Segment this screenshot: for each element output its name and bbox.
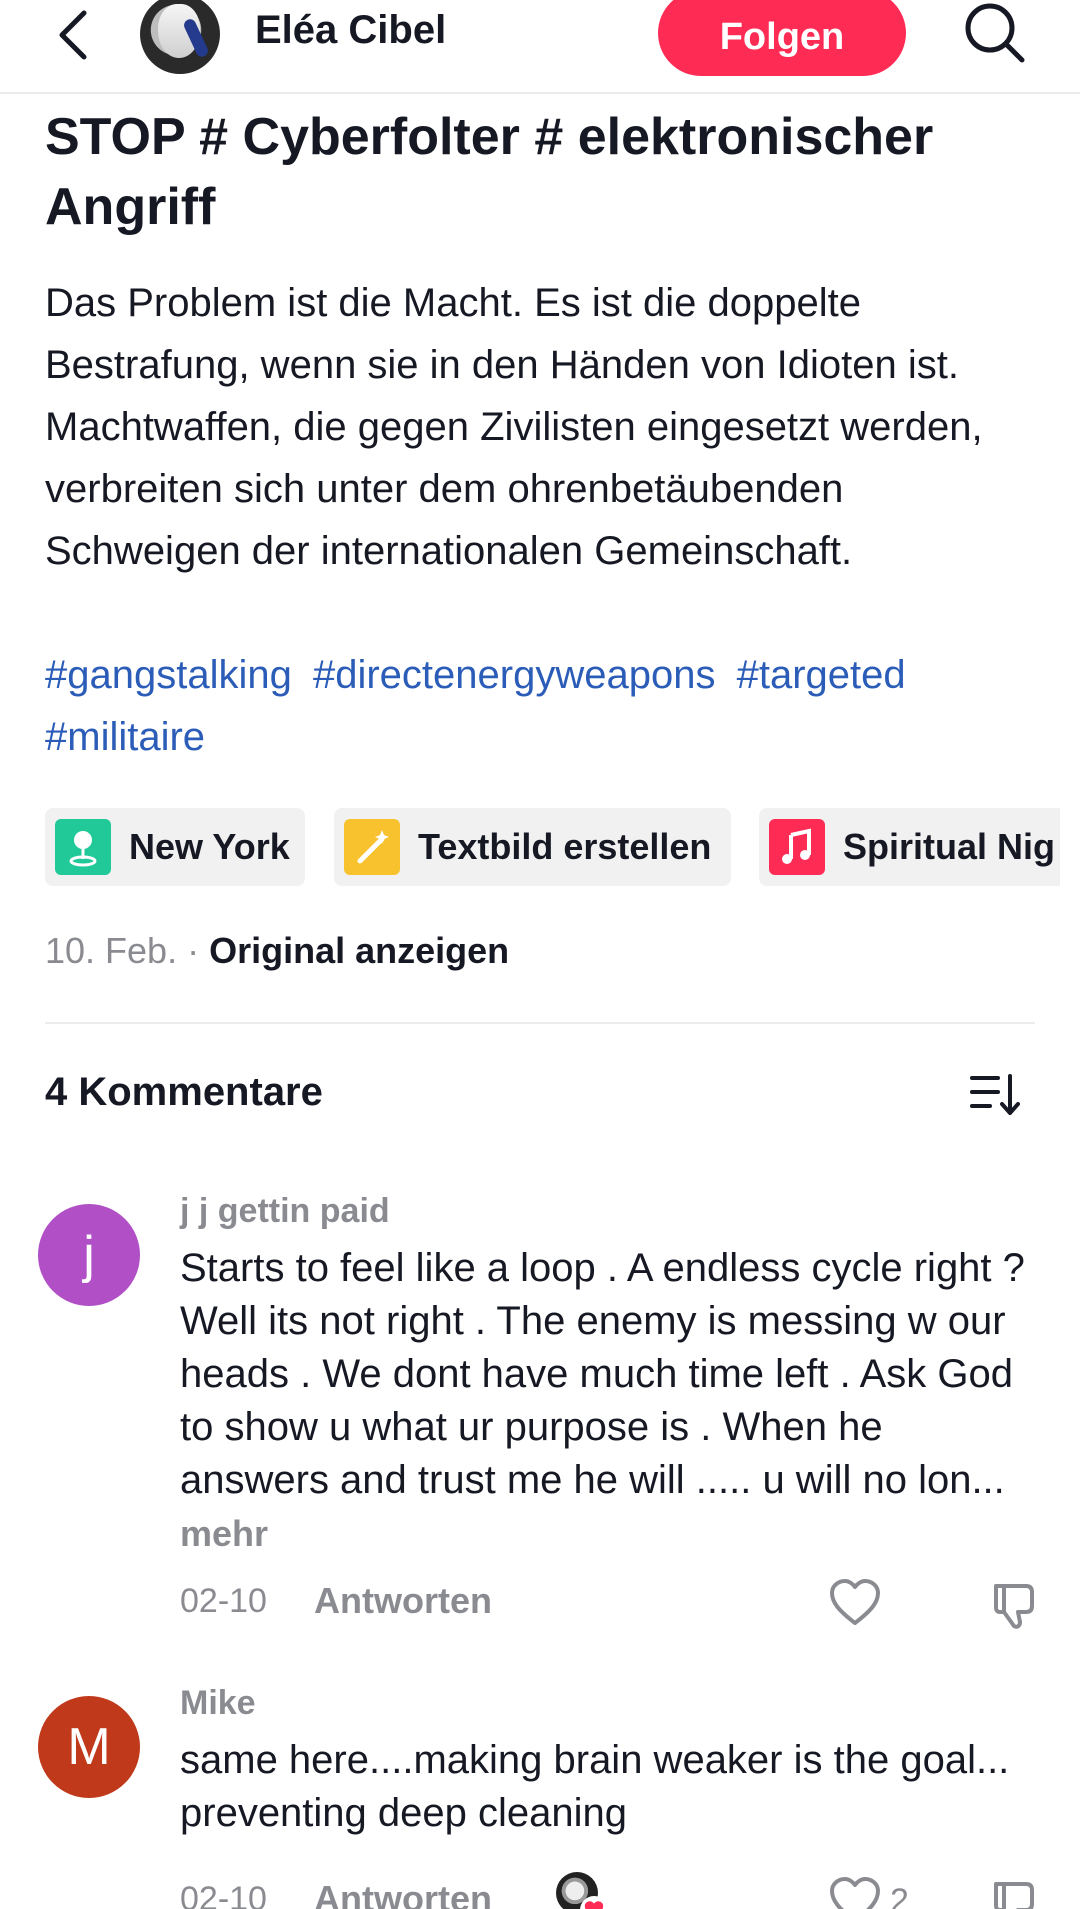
creator-liked-badge [556,1872,608,1909]
commenter-avatar[interactable]: M [38,1696,140,1798]
hashtag-link[interactable]: #gangstalking [45,653,292,697]
magic-wand-icon [344,819,400,875]
comment-date: 02-10 [180,1582,267,1620]
chip-label: New York [129,826,290,867]
thumbs-down-icon [994,1882,1034,1909]
sort-icon [970,1074,1020,1115]
thumbs-down-icon [994,1584,1034,1629]
comment-body: same here....making brain weaker is the … [180,1738,1010,1835]
divider [45,1022,1035,1024]
location-chip[interactable]: New York [45,808,305,886]
hashtag-link[interactable]: #militaire [45,715,205,759]
heart-icon [830,1877,880,1909]
music-note-icon [769,819,825,875]
more-link[interactable]: mehr [180,1513,268,1554]
reply-button[interactable]: Antworten [314,1878,492,1909]
music-chip[interactable]: Spiritual Nig [759,808,1060,886]
post-meta: 10. Feb. · Original anzeigen [45,930,509,972]
text-image-chip[interactable]: Textbild erstellen [334,808,731,886]
back-button[interactable] [52,0,112,70]
hashtag-link[interactable]: #directenergyweapons [313,653,715,697]
commenter-username[interactable]: j j gettin paid [180,1192,390,1231]
like-button[interactable] [828,1578,882,1628]
commenter-username[interactable]: Mike [180,1684,256,1723]
reply-button[interactable]: Antworten [314,1580,492,1622]
top-bar: Eléa Cibel Folgen [0,0,1080,94]
commenter-avatar[interactable]: j [38,1204,140,1306]
post-title: STOP # Cyberfolter # elektronischer Angr… [45,108,934,236]
heart-filled-icon [584,1901,604,1909]
comment-body: Starts to feel like a loop . A endless c… [180,1246,1025,1502]
author-username[interactable]: Eléa Cibel [255,8,446,53]
location-pin-icon [55,819,111,875]
comment-date: 02-10 [180,1880,267,1909]
show-original-link[interactable]: Original anzeigen [209,930,509,971]
search-button[interactable] [960,0,1030,70]
chip-label: Spiritual Nig [843,826,1056,867]
post-chips: New York Textbild erstellen Spiritual Ni… [45,808,1060,886]
heart-icon [830,1579,880,1625]
author-avatar[interactable] [140,0,220,74]
dislike-button[interactable] [990,1578,1044,1630]
hashtag-link[interactable]: #targeted [737,653,906,697]
search-icon [965,3,1025,63]
chevron-left-icon [59,10,87,60]
like-count: 2 [890,1882,909,1909]
like-button[interactable] [828,1876,882,1909]
chip-label: Textbild erstellen [418,826,712,867]
post-body: Das Problem ist die Macht. Es ist die do… [45,281,983,573]
follow-button[interactable]: Folgen [658,0,906,76]
hashtag-list: #gangstalking #directenergyweapons #targ… [45,644,1055,768]
comment-text: same here....making brain weaker is the … [180,1734,1040,1840]
comments-count: 4 Kommentare [45,1070,323,1114]
meta-separator: · [177,930,210,971]
dislike-button[interactable] [990,1876,1044,1909]
sort-button[interactable] [968,1070,1022,1120]
post-date: 10. Feb. [45,930,178,971]
comment-text: Starts to feel like a loop . A endless c… [180,1242,1040,1560]
